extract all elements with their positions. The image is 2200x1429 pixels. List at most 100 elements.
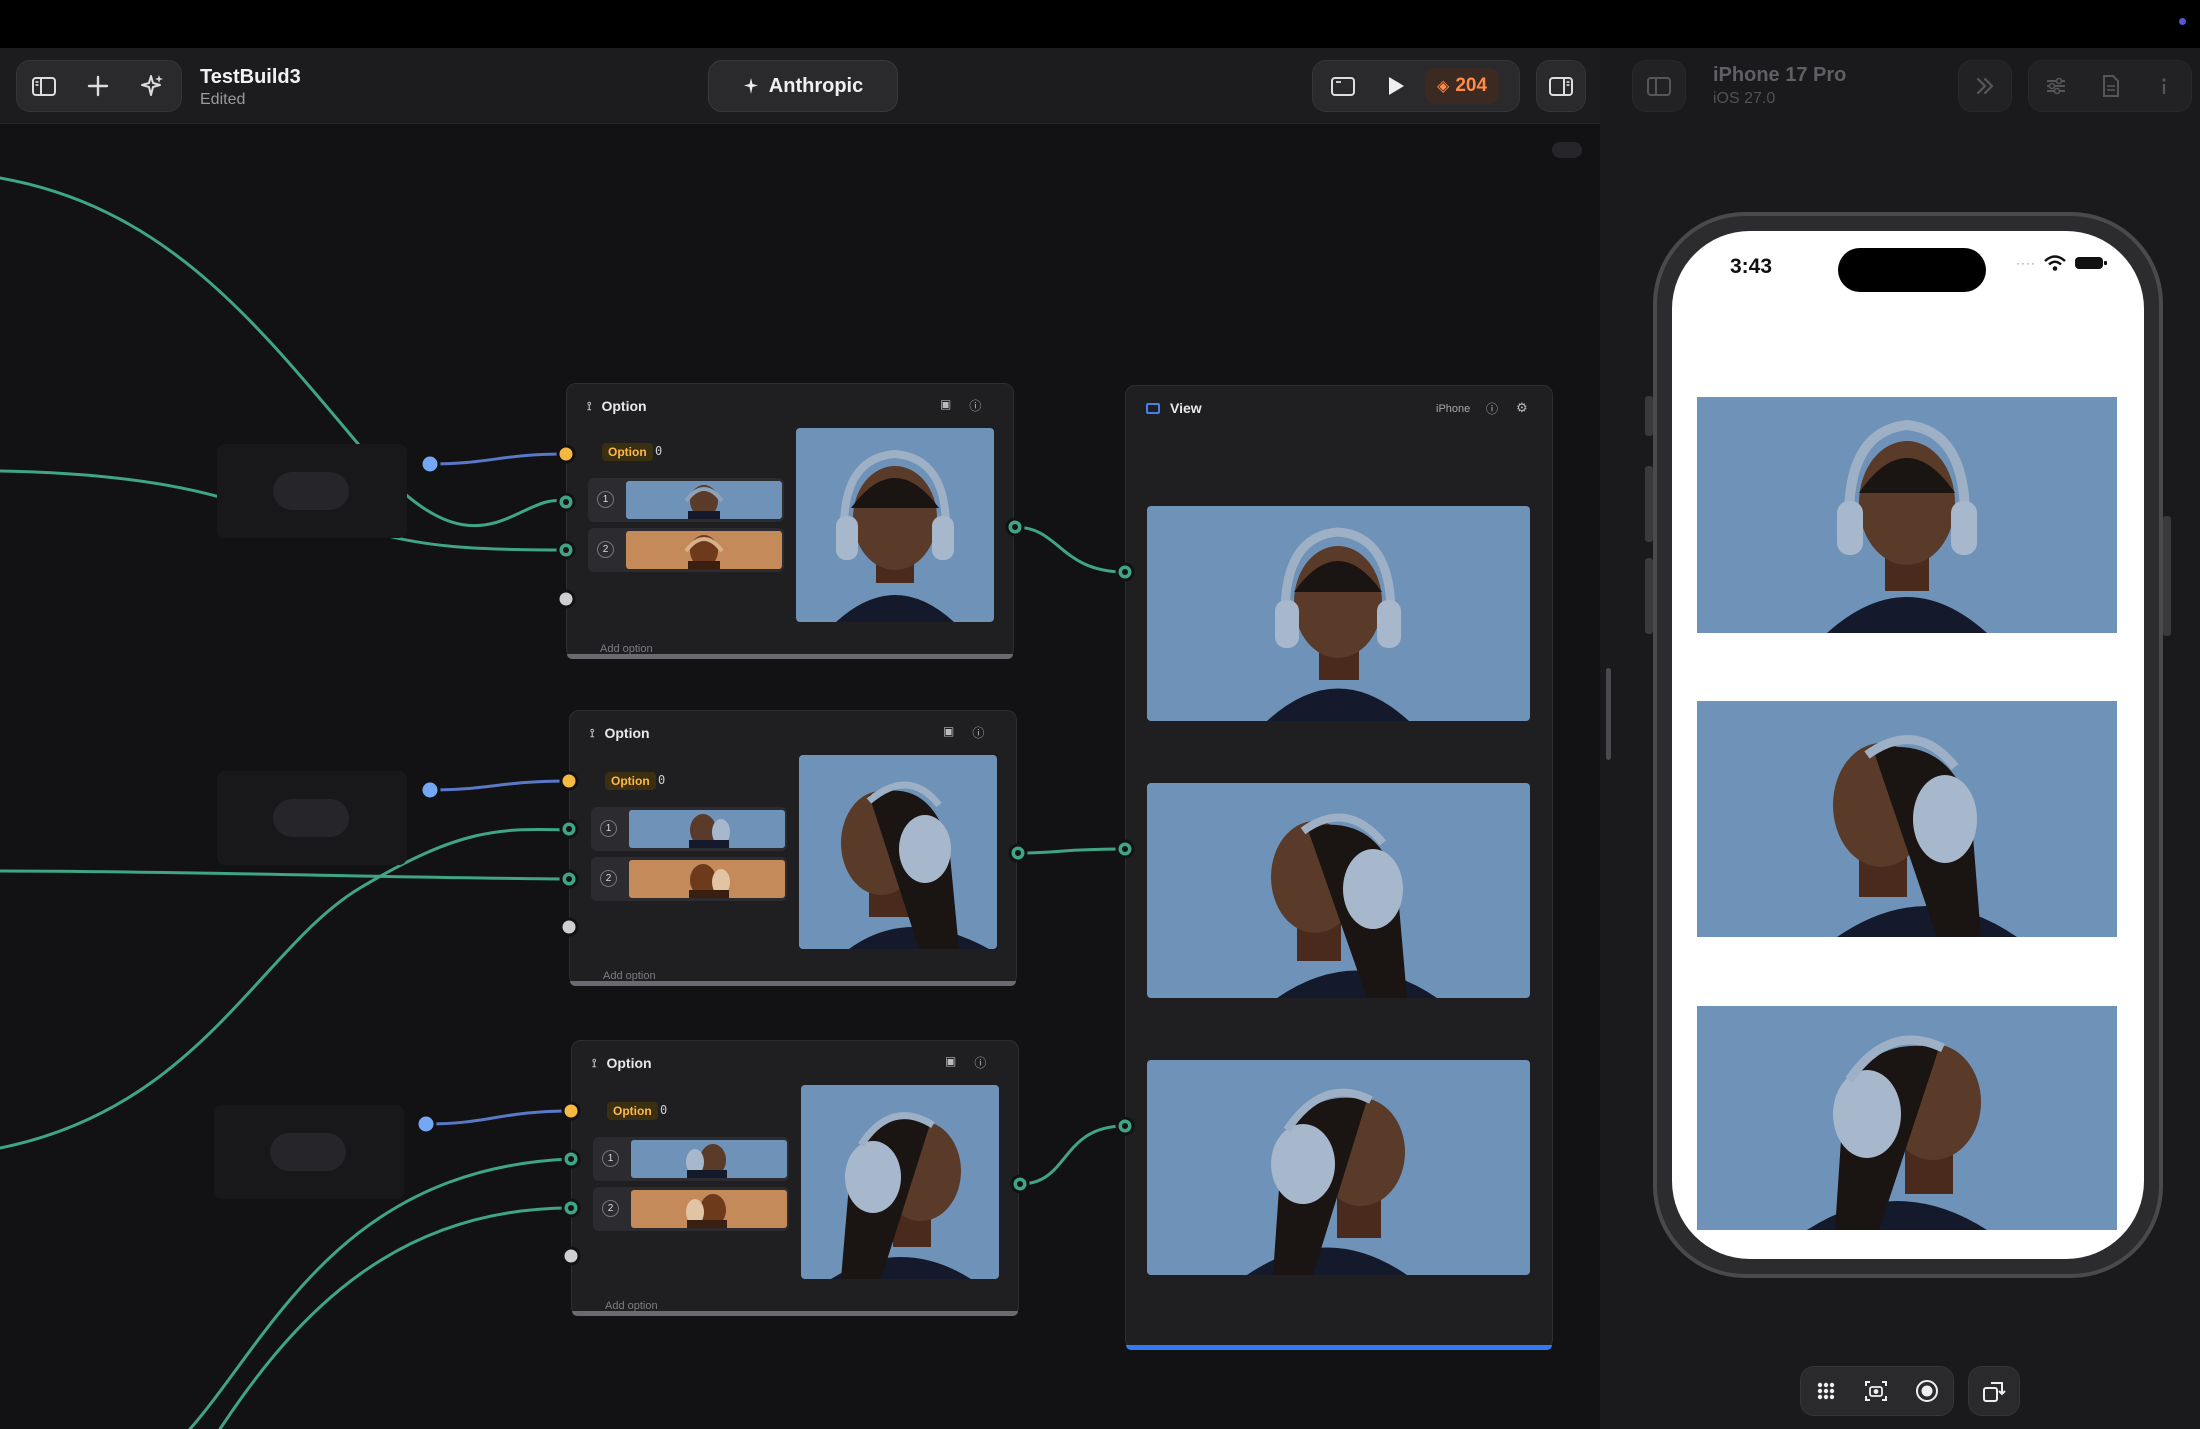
wifi-icon [2044,255,2066,271]
image-icon[interactable]: ▣ [940,397,951,414]
row-number: 2 [602,1200,619,1217]
source-node[interactable] [217,771,407,865]
option-icon: ⟟ [590,725,595,740]
option-row[interactable]: 1 [593,1137,789,1181]
view-image [1147,506,1530,721]
info-icon[interactable]: ⓘ [972,724,984,741]
row-number: 2 [600,870,617,887]
row-number: 1 [597,491,614,508]
selection-bar [1126,1345,1552,1350]
pane-divider[interactable] [1600,48,1618,1429]
node-editor[interactable]: TestBuild3 Edited Anthropic ◈ 204 ⟟ Opti… [0,48,1600,1429]
document-tab[interactable] [2083,60,2137,112]
volume-up-button [1645,466,1653,542]
row-number: 1 [602,1150,619,1167]
image-icon[interactable]: ▣ [943,724,954,741]
row-number: 2 [597,541,614,558]
battery-icon [2075,257,2107,269]
option-row[interactable]: 2 [588,528,784,572]
plus-icon [87,75,109,97]
output-port [415,1113,437,1135]
view-node[interactable]: View iPhone ⓘ ⚙ [1125,385,1553,1350]
settings-tab[interactable] [2029,60,2083,112]
option-node[interactable]: ⟟ Option ▣ ⓘ Option 0 1 2 Add option [571,1040,1019,1316]
model-selector-button[interactable]: Anthropic [708,60,898,112]
signal-icon: ···· [2016,256,2036,270]
play-icon [1389,77,1404,95]
status-clock: 3:43 [1730,255,1773,278]
option-node[interactable]: ⟟ Option ▣ ⓘ Option 0 1 2 Add option [566,383,1014,659]
status-dot [2179,18,2186,25]
view-image [1147,783,1530,998]
edit-status: Edited [200,91,246,108]
gear-icon[interactable]: ⚙ [1516,400,1528,417]
option-row[interactable]: 2 [591,857,787,901]
wire [1013,525,1127,574]
option-thumbnail [626,481,782,519]
minimap-toggle[interactable] [1552,142,1582,158]
preview-sidebar-button[interactable] [1633,60,1685,112]
status-icons: ···· [2016,255,2108,271]
info-tab[interactable] [2137,60,2191,112]
sparkle-icon [743,78,758,94]
screenshot-button[interactable] [1864,1380,1888,1402]
sidebar-icon [32,77,56,96]
option-row[interactable]: 1 [591,807,787,851]
option-icon: ⟟ [587,398,592,413]
device-window-button[interactable] [1313,60,1373,112]
row-number: 1 [600,820,617,837]
wire [218,1206,573,1429]
device-name: iPhone 17 Pro [1713,64,1847,86]
grid-icon [1817,1382,1834,1400]
ai-generate-button[interactable] [125,60,179,112]
inspector-toggle-group [1536,60,1586,112]
wire [424,1109,573,1126]
add-button[interactable] [71,60,125,112]
option-preview-image [796,428,994,622]
node-footer-bar [567,654,1013,659]
option-node[interactable]: ⟟ Option ▣ ⓘ Option 0 1 2 Add option [569,710,1017,986]
device-info[interactable]: iPhone 17 Pro iOS 27.0 [1713,64,1846,108]
inspector-toggle-button[interactable] [1537,60,1585,112]
wire [0,469,232,502]
option-row[interactable]: 1 [588,478,784,522]
credits-badge[interactable]: ◈ 204 [1425,68,1500,104]
node-title: Option [601,398,647,414]
view-image [1147,1060,1530,1275]
option-badge: Option [607,1102,658,1120]
option-preview-image [801,1085,999,1279]
option-thumbnail [631,1140,787,1178]
window-icon [1331,77,1355,96]
info-icon[interactable]: ⓘ [974,1054,986,1071]
source-node[interactable] [214,1105,404,1199]
wire [1016,847,1127,855]
source-node[interactable] [217,444,407,538]
grid-button[interactable] [1815,1380,1837,1402]
info-icon[interactable]: ⓘ [969,397,981,414]
sidebar-toggle-button[interactable] [17,60,71,112]
option-index: 0 [660,1103,668,1117]
chevrons-right-icon [1976,77,1994,95]
diamond-icon: ◈ [1437,78,1450,95]
fast-forward-button[interactable] [1959,60,2011,112]
credits-count: 204 [1455,75,1488,96]
wire [1018,1124,1127,1186]
volume-down-button [1645,558,1653,634]
run-button[interactable] [1373,60,1417,112]
project-name: TestBuild3 [200,66,301,88]
node-title: Option [604,725,650,741]
image-icon[interactable]: ▣ [945,1054,956,1071]
option-thumbnail [626,531,782,569]
screen-image [1697,397,2117,633]
os-version: iOS 27.0 [1713,90,1776,107]
sidebar-icon [1647,77,1671,96]
run-tool-group: ◈ 204 [1312,60,1520,112]
forward-group [1958,60,2012,112]
resize-handle[interactable] [1606,668,1611,760]
option-row[interactable]: 2 [593,1187,789,1231]
phone-screen[interactable]: 3:43 ···· [1672,231,2144,1259]
info-icon[interactable]: ⓘ [1486,400,1498,417]
record-button[interactable] [1915,1379,1939,1403]
preview-controls [1800,1366,1954,1416]
rotate-button[interactable] [1968,1366,2020,1416]
